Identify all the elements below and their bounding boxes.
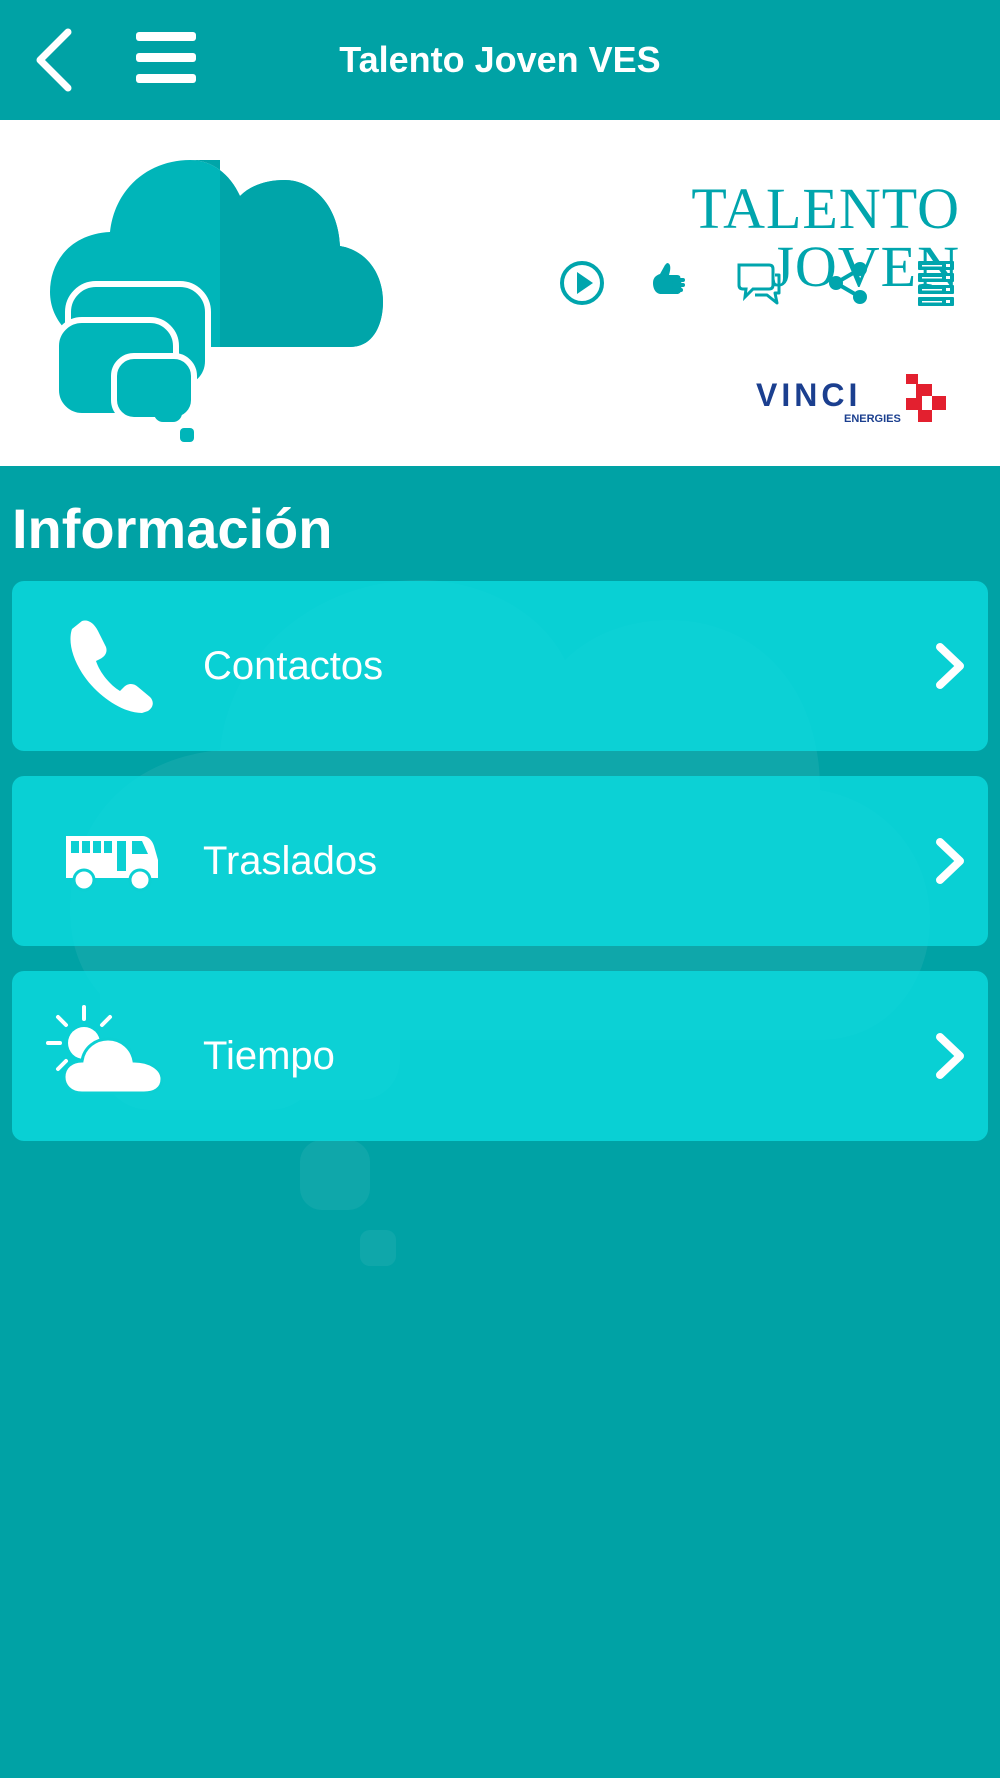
chevron-right-icon <box>936 643 964 689</box>
page-title: Talento Joven VES <box>339 39 661 80</box>
play-icon[interactable] <box>558 259 606 307</box>
chevron-right-icon <box>936 1033 964 1079</box>
vinci-energies-logo: VINCI ENERGIES <box>756 374 946 425</box>
vinci-logo-name: VINCI <box>756 377 861 413</box>
menu-item-traslados[interactable]: Traslados <box>12 776 988 946</box>
phone-icon <box>70 620 153 713</box>
menu-item-label: Traslados <box>203 839 378 883</box>
list-icon[interactable] <box>912 259 960 307</box>
chevron-right-icon <box>936 838 964 884</box>
vinci-logo-sub: ENERGIES <box>844 413 901 425</box>
bus-icon <box>66 836 158 892</box>
menu-item-tiempo[interactable]: Tiempo <box>12 971 988 1141</box>
chat-icon[interactable] <box>735 259 783 307</box>
menu-item-label: Contactos <box>203 644 384 688</box>
menu-item-contactos[interactable]: Contactos <box>12 581 988 751</box>
thumbs-up-icon[interactable] <box>647 259 695 307</box>
section-title: Información <box>12 497 333 560</box>
share-icon[interactable] <box>824 259 872 307</box>
menu-item-label: Tiempo <box>203 1034 335 1078</box>
social-actions <box>558 257 960 309</box>
app-header: Talento Joven VES <box>0 0 1000 120</box>
cloud-logo-icon <box>50 160 383 442</box>
weather-icon <box>46 1005 164 1095</box>
brand-banner: TALENTO JOVEN VINCI ENERGIES <box>0 120 1000 466</box>
